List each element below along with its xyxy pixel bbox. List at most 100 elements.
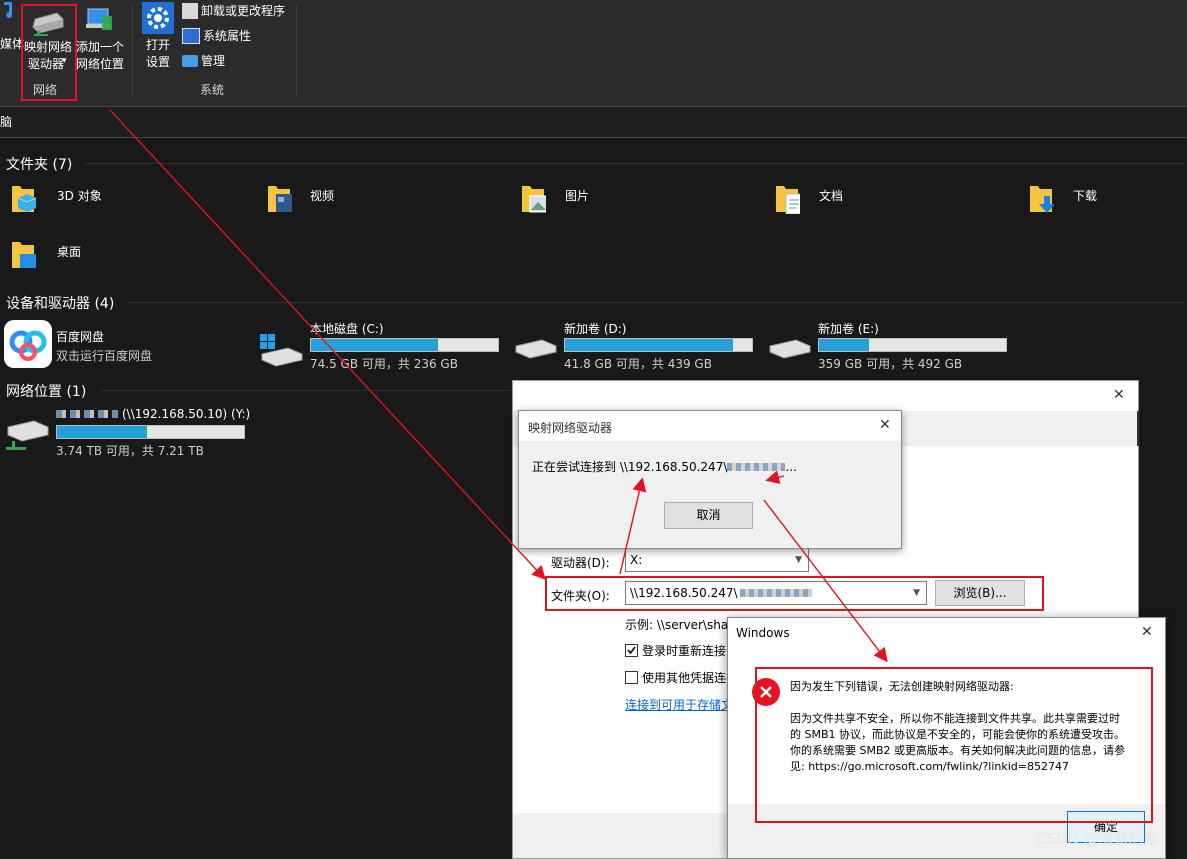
ribbon: 媒体 映射网络 驱动器 ▾ 添加一个 网络位置 网络 打开 设置 卸载或更改程序… [0, 0, 1187, 106]
drive-usage-fill [311, 339, 439, 351]
group-label-system: 系统 [200, 83, 225, 97]
section-devices[interactable]: 设备和驱动器 (4) [6, 293, 114, 313]
drive-usage-fill [819, 339, 870, 351]
reconnect-label: 登录时重新连接 [642, 644, 727, 658]
uninstall-icon [182, 3, 198, 19]
system-properties-icon [182, 28, 200, 44]
drive-letter-label: 驱动器(D): [551, 556, 610, 570]
drive-letter-value: X: [630, 553, 643, 567]
open-settings-label-2: 设置 [145, 55, 170, 69]
cancel-button[interactable]: 取消 [664, 502, 753, 529]
drive-subtitle: 双击运行百度网盘 [56, 349, 153, 363]
folder-label: 桌面 [57, 245, 82, 259]
uninstall-label: 卸载或更改程序 [201, 3, 286, 18]
drive-usage-bar [564, 338, 753, 352]
3d-objects-icon [12, 186, 37, 212]
section-divider [128, 302, 1184, 303]
drive-subtitle: 74.5 GB 可用，共 236 GB [310, 357, 458, 371]
documents-icon [776, 186, 803, 215]
folder-item[interactable]: 桌面 [10, 238, 81, 273]
gear-icon [142, 2, 174, 34]
drive-name: 新加卷 (E:) [818, 322, 879, 336]
hard-drive-icon [769, 339, 811, 359]
close-icon[interactable]: ✕ [1113, 387, 1125, 403]
drive-letter-select[interactable]: X: ▼ [625, 548, 809, 572]
connecting-ellipsis: ... [785, 459, 797, 474]
group-label-network: 网络 [33, 83, 58, 97]
folder-label: 图片 [565, 189, 590, 203]
watermark: CSDN @随意的凰 [1036, 830, 1159, 848]
network-drive-name: (\\192.168.50.10) (Y:) [122, 407, 251, 421]
dialog-edge [1137, 411, 1139, 446]
other-credentials-checkbox[interactable]: 使用其他凭据连接 [625, 669, 738, 686]
folder-item[interactable]: 文档 [774, 182, 843, 217]
open-settings-label-1: 打开 [145, 38, 170, 52]
connecting-text: 正在尝试连接到 \\192.168.50.247\ [532, 460, 728, 474]
other-credentials-label: 使用其他凭据连接 [642, 671, 739, 685]
ribbon-divider [296, 4, 297, 98]
highlight-box-error [755, 667, 1153, 823]
drive-usage-fill [57, 426, 147, 438]
section-folders[interactable]: 文件夹 (7) [6, 154, 72, 174]
drive-usage-bar [56, 425, 245, 439]
baidu-netdisk-icon [4, 320, 52, 368]
drive-usage-bar [818, 338, 1007, 352]
add-network-location-button[interactable]: 添加一个 网络位置 [75, 4, 125, 74]
system-drive-icon [260, 334, 303, 367]
connecting-dialog: 映射网络驱动器 ✕ 正在尝试连接到 \\192.168.50.247\ ... … [518, 410, 902, 549]
folder-label: 3D 对象 [57, 189, 102, 203]
dialog-titlebar [513, 381, 1138, 411]
uninstall-button[interactable]: 卸载或更改程序 [182, 2, 285, 20]
system-properties-button[interactable]: 系统属性 [182, 27, 251, 45]
close-icon[interactable]: ✕ [1141, 624, 1153, 640]
folder-label: 视频 [310, 189, 335, 203]
chevron-down-icon: ▼ [795, 555, 802, 565]
manage-label: 管理 [201, 53, 226, 68]
close-icon[interactable]: ✕ [879, 417, 891, 433]
folder-item[interactable]: 3D 对象 [10, 182, 102, 217]
pictures-icon [522, 186, 555, 213]
network-location-icon [84, 6, 114, 37]
address-bar[interactable]: 脑 [0, 106, 1187, 138]
highlight-box-folder [545, 576, 1044, 611]
system-properties-label: 系统属性 [203, 28, 252, 43]
desktop-icon [12, 242, 44, 268]
drive-usage-bar [310, 338, 499, 352]
reconnect-checkbox[interactable]: 登录时重新连接 [625, 642, 726, 659]
address-text: 脑 [0, 115, 13, 129]
storage-link[interactable]: 连接到可用于存储文 [625, 696, 733, 713]
manage-icon [182, 55, 198, 67]
section-network-locations[interactable]: 网络位置 (1) [6, 381, 86, 401]
example-text: 示例: \\server\shar [625, 618, 734, 632]
checkbox-unchecked-icon [625, 671, 638, 684]
hard-drive-icon [515, 339, 557, 359]
folder-item[interactable]: 下载 [1028, 182, 1097, 217]
section-divider [100, 390, 510, 391]
open-settings-button[interactable]: 打开 设置 [140, 2, 176, 72]
connecting-message: 正在尝试连接到 \\192.168.50.247\ ... [532, 458, 797, 475]
section-divider [84, 163, 1184, 164]
videos-icon [268, 186, 300, 212]
downloads-icon [1030, 186, 1055, 213]
add-location-label-1: 添加一个 [75, 40, 124, 54]
error-dialog: Windows ✕ 因为发生下列错误，无法创建映射网络驱动器: 因为文件共享不安… [727, 617, 1166, 859]
drive-subtitle: 359 GB 可用，共 492 GB [818, 357, 963, 371]
drive-usage-fill [565, 339, 734, 351]
folder-label: 下载 [1073, 189, 1098, 203]
dialog-title: 映射网络驱动器 [528, 421, 613, 435]
add-location-label-2: 网络位置 [75, 57, 124, 71]
folder-item[interactable]: 图片 [520, 182, 589, 217]
network-drive-icon [6, 420, 49, 450]
redacted-name [56, 410, 118, 418]
manage-button[interactable]: 管理 [182, 52, 225, 70]
network-drive-subtitle: 3.74 TB 可用，共 7.21 TB [56, 444, 204, 458]
checkbox-checked-icon [625, 644, 638, 657]
drive-subtitle: 41.8 GB 可用，共 439 GB [564, 357, 712, 371]
ribbon-divider [132, 4, 133, 98]
media-icon[interactable] [0, 0, 18, 20]
drive-name: 百度网盘 [56, 330, 105, 344]
dialog-title: Windows [736, 626, 790, 640]
drive-name: 新加卷 (D:) [564, 322, 627, 336]
folder-item[interactable]: 视频 [266, 182, 334, 217]
drive-name: 本地磁盘 (C:) [310, 322, 384, 336]
